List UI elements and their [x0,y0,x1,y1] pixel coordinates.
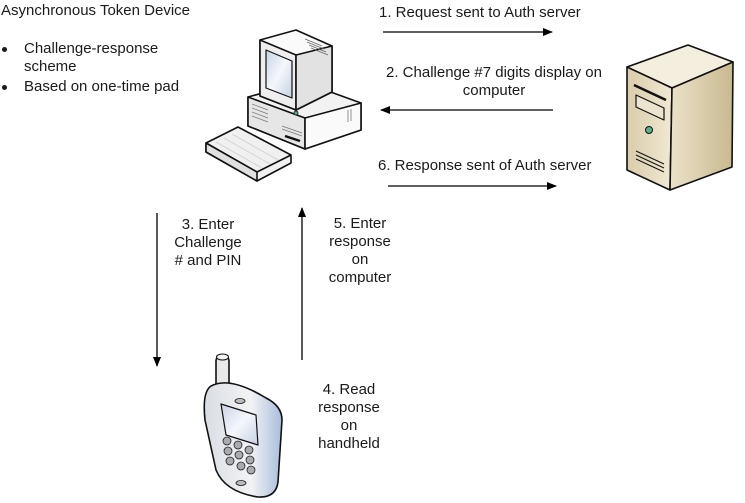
mobile-phone-icon [203,353,283,498]
tower-server-icon [626,44,734,191]
desktop-computer-icon [205,29,362,182]
diagram-canvas [153,28,734,498]
